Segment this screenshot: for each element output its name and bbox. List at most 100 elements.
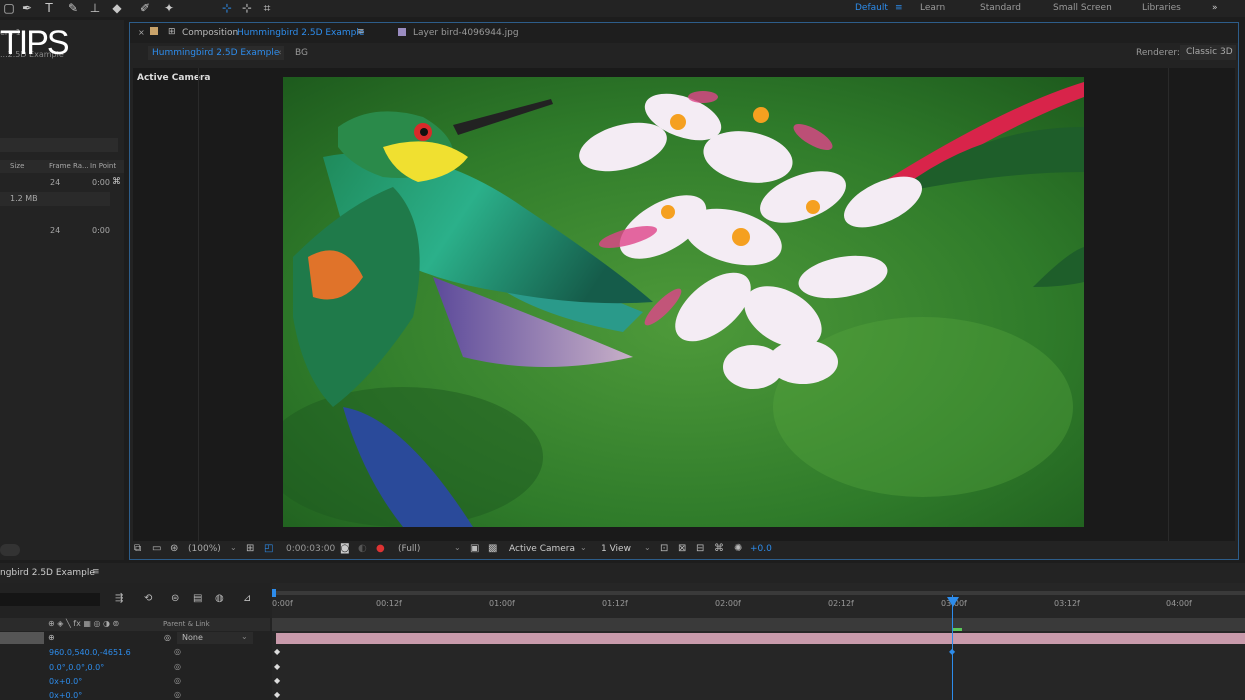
view-layout-select[interactable]: 1 View — [601, 544, 631, 554]
reset-exposure-icon[interactable]: ✺ — [734, 543, 742, 554]
roto-brush-tool-icon[interactable]: ✐ — [138, 1, 152, 15]
clone-stamp-tool-icon[interactable]: ⊥ — [88, 1, 102, 15]
renderer-button[interactable]: Classic 3D — [1180, 45, 1236, 60]
panel-menu-icon[interactable]: ≡ — [357, 27, 365, 37]
breadcrumb-bg[interactable]: BG — [295, 48, 308, 58]
always-preview-icon[interactable]: ⧉ — [134, 543, 141, 554]
exposure-value[interactable]: +0.0 — [750, 544, 772, 554]
composition-tab-label[interactable]: Composition — [182, 28, 238, 38]
world-axis-icon[interactable]: ⊹ — [240, 1, 254, 15]
top-toolbar: ▢ ✒ T ✎ ⊥ ◆ ✐ ✦ ⊹ ⊹ ⌗ Default ≡ Learn St… — [0, 0, 1245, 17]
comp-flow-icon[interactable]: ⌘ — [112, 177, 121, 187]
in-point-value: 0:00 — [92, 226, 110, 235]
graph-editor-icon[interactable]: ⊿ — [243, 593, 251, 604]
project-row[interactable]: 24 0:00 — [0, 224, 124, 238]
project-panel: era 1 ...2.5D Example Size Frame Ra... I… — [0, 20, 124, 560]
keyframe-icon[interactable]: ◆ — [274, 647, 280, 656]
close-tab-icon[interactable]: × — [138, 28, 145, 37]
comp-mini-flowchart-icon[interactable]: ⇶ — [115, 593, 123, 604]
motion-blur-icon[interactable]: ◍ — [215, 593, 224, 604]
comp-flowchart-icon[interactable]: ⌘ — [714, 543, 724, 554]
layer-label-color[interactable] — [0, 632, 44, 644]
work-area-start-handle[interactable] — [272, 589, 276, 597]
rotation-value[interactable]: 0x+0.0° — [49, 691, 82, 700]
keyframe-icon[interactable]: ◆ — [274, 690, 280, 699]
workspace-standard[interactable]: Standard — [980, 3, 1021, 13]
ruler-label: 00:12f — [376, 599, 402, 608]
position-value[interactable]: 960.0,540.0,-4651.6 — [49, 648, 131, 657]
camera-view-select[interactable]: Active Camera — [509, 544, 575, 554]
zoom-select[interactable]: (100%) — [188, 544, 221, 554]
in-point-value: 0:00 — [92, 178, 110, 187]
column-size[interactable]: Size — [10, 162, 24, 170]
workspace-learn[interactable]: Learn — [920, 3, 945, 13]
keyframe-icon[interactable]: ◆ — [274, 676, 280, 685]
chevron-down-icon[interactable]: ⌄ — [644, 543, 651, 552]
brush-tool-icon[interactable]: ✎ — [66, 1, 80, 15]
rotation-value[interactable]: 0x+0.0° — [49, 677, 82, 686]
solo-icon[interactable]: ⊕ — [48, 633, 55, 642]
transparency-grid-icon[interactable]: ▩ — [488, 543, 497, 554]
property-link-icon[interactable]: ◎ — [174, 676, 181, 685]
project-scrollbar[interactable] — [0, 544, 20, 556]
channel-rgb-icon[interactable]: ● — [376, 543, 385, 554]
workspace-libraries[interactable]: Libraries — [1142, 3, 1181, 13]
more-workspaces-icon[interactable]: » — [1212, 3, 1218, 13]
selection-tool-icon[interactable]: ▢ — [2, 1, 16, 15]
chevron-down-icon[interactable]: ⌄ — [580, 543, 587, 552]
column-in-point[interactable]: In Point — [90, 162, 116, 170]
draft-3d-icon[interactable]: ⟲ — [144, 593, 152, 604]
eraser-tool-icon[interactable]: ◆ — [110, 1, 124, 15]
local-axis-icon[interactable]: ⊹ — [220, 1, 234, 15]
work-area-bar[interactable] — [272, 591, 1245, 595]
fast-previews-icon[interactable]: ⊠ — [678, 543, 686, 554]
column-frame-rate[interactable]: Frame Ra... — [49, 162, 89, 170]
workspace-default[interactable]: Default — [855, 3, 888, 13]
parent-select[interactable]: None ⌄ — [177, 632, 253, 644]
timeline-comp-tab[interactable]: ngbird 2.5D Example — [0, 568, 95, 578]
type-tool-icon[interactable]: T — [42, 1, 56, 15]
timeline-search-input[interactable] — [0, 593, 100, 606]
pen-tool-icon[interactable]: ✒ — [20, 1, 34, 15]
timeline-icon[interactable]: ⊟ — [696, 543, 704, 554]
viewer-guide — [1168, 68, 1169, 541]
project-row[interactable]: 1.2 MB — [0, 192, 110, 206]
mask-visibility-icon[interactable]: ◰ — [264, 543, 273, 554]
vr-goggles-icon[interactable]: ⊛ — [170, 543, 178, 554]
timeline-track-area[interactable]: 0:00f 00:12f 01:00f 01:12f 02:00f 02:12f… — [272, 583, 1245, 700]
panel-menu-icon[interactable]: ≡ — [92, 567, 100, 577]
workspace-menu-icon[interactable]: ≡ — [895, 3, 903, 13]
chevron-down-icon[interactable]: ⌄ — [454, 543, 461, 552]
show-snapshot-icon[interactable]: ◐ — [358, 543, 367, 554]
workspace-small-screen[interactable]: Small Screen — [1053, 3, 1112, 13]
current-timecode[interactable]: 0:00:03:00 — [286, 544, 335, 554]
frame-blending-icon[interactable]: ▤ — [193, 593, 202, 604]
current-time-indicator[interactable] — [952, 595, 953, 700]
shy-layers-icon[interactable]: ⊜ — [171, 593, 179, 604]
project-row[interactable]: 24 0:00 ⌘ — [0, 176, 124, 190]
property-link-icon[interactable]: ◎ — [174, 690, 181, 699]
region-of-interest-icon[interactable]: ▣ — [470, 543, 479, 554]
lock-icon[interactable] — [150, 27, 158, 35]
playhead-handle-icon[interactable] — [947, 597, 959, 607]
snapshot-camera-icon[interactable]: ◙ — [340, 543, 350, 554]
frame-rate-value: 24 — [50, 226, 61, 235]
property-link-icon[interactable]: ◎ — [174, 662, 181, 671]
monitor-icon[interactable]: ▭ — [152, 543, 161, 554]
orientation-value[interactable]: 0.0°,0.0°,0.0° — [49, 663, 104, 672]
resolution-select[interactable]: (Full) — [398, 544, 420, 554]
layer-duration-bar[interactable] — [276, 633, 1245, 644]
toggle-pixel-aspect-icon[interactable]: ⊡ — [660, 543, 668, 554]
project-search-input[interactable] — [0, 138, 118, 152]
property-link-icon[interactable]: ◎ — [174, 647, 181, 656]
keyframe-icon[interactable]: ◆ — [274, 662, 280, 671]
viewer-controls-bar: ⧉ ▭ ⊛ (100%) ⌄ ⊞ ◰ 0:00:03:00 ◙ ◐ ● (Ful… — [130, 541, 1238, 559]
pick-whip-icon[interactable]: ◎ — [164, 633, 171, 642]
composition-tab-name[interactable]: Hummingbird 2.5D Example — [237, 28, 364, 38]
view-axis-icon[interactable]: ⌗ — [260, 1, 274, 15]
layer-tab[interactable]: Layer bird-4096944.jpg — [413, 28, 519, 38]
chevron-down-icon[interactable]: ⌄ — [230, 543, 237, 552]
breadcrumb-active-comp[interactable]: Hummingbird 2.5D Example — [152, 48, 279, 58]
grid-icon[interactable]: ⊞ — [246, 543, 254, 554]
puppet-pin-tool-icon[interactable]: ✦ — [162, 1, 176, 15]
